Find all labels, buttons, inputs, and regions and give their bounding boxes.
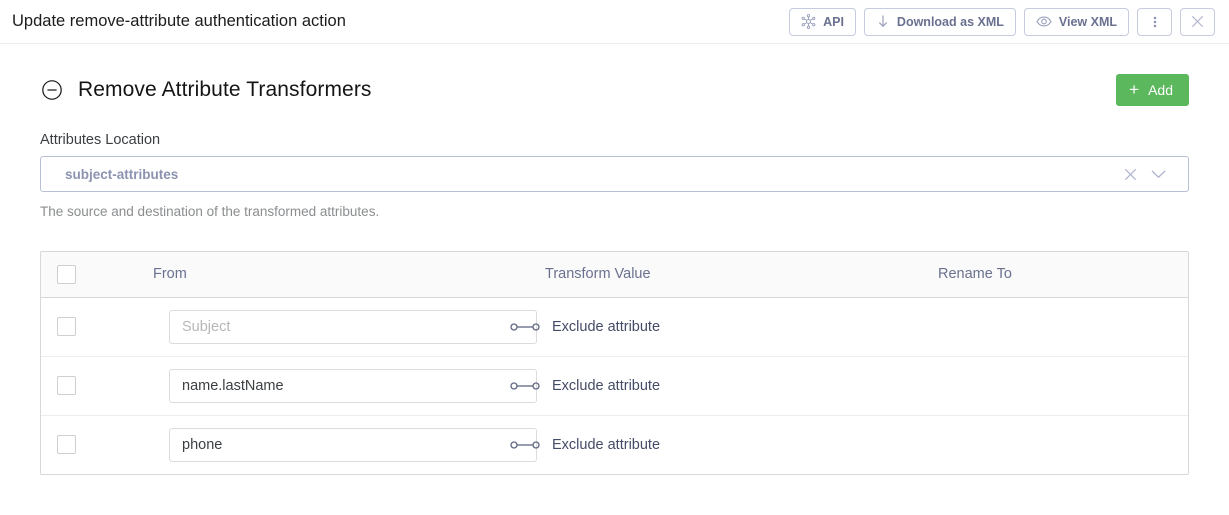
row-select-cell	[41, 356, 153, 416]
transform-value-cell: Exclude attribute	[510, 297, 938, 357]
rename-to-cell	[938, 415, 1188, 474]
select-all-checkbox[interactable]	[57, 264, 76, 284]
attributes-location-value: subject-attributes	[65, 166, 179, 182]
close-button[interactable]	[1180, 7, 1215, 36]
add-button-label: Add	[1148, 82, 1173, 98]
from-input[interactable]	[169, 368, 537, 403]
table-row: Exclude attribute	[41, 415, 1188, 474]
select-all-header	[41, 252, 153, 298]
main-content: Remove Attribute Transformers + Add Attr…	[0, 60, 1229, 475]
select-icons	[1124, 168, 1188, 181]
table-body: Exclude attribute	[41, 297, 1188, 474]
table-row: Exclude attribute	[41, 356, 1188, 416]
from-cell	[153, 356, 545, 416]
top-bar: Update remove-attribute authentication a…	[0, 0, 1229, 44]
from-cell	[153, 415, 545, 474]
download-as-xml-button[interactable]: Download as XML	[863, 7, 1016, 36]
attributes-location-label: Attributes Location	[40, 132, 161, 148]
api-nodes-icon	[801, 14, 816, 29]
more-options-button[interactable]	[1137, 7, 1172, 36]
table-header-row: From Transform Value Rename To	[41, 252, 1188, 298]
top-bar-actions: API Download as XML View XML	[789, 7, 1215, 36]
add-button[interactable]: + Add	[1116, 74, 1189, 106]
attributes-location-select[interactable]: subject-attributes	[40, 156, 1189, 192]
column-header-from: From	[153, 252, 545, 298]
api-button[interactable]: API	[789, 7, 856, 36]
kebab-menu-icon	[1153, 14, 1157, 30]
section-title: Remove Attribute Transformers	[78, 78, 372, 101]
rename-to-cell	[938, 297, 1188, 357]
download-arrow-icon	[876, 14, 890, 29]
transform-value-label: Exclude attribute	[552, 377, 661, 394]
clear-selection-icon[interactable]	[1124, 168, 1137, 181]
rename-to-cell	[938, 356, 1188, 416]
view-xml-button[interactable]: View XML	[1023, 7, 1129, 36]
download-as-xml-label: Download as XML	[896, 14, 1004, 29]
plus-icon: +	[1129, 80, 1140, 99]
row-checkbox[interactable]	[57, 435, 76, 455]
transformers-table: From Transform Value Rename To Subject E…	[40, 251, 1189, 475]
row-select-cell	[41, 415, 153, 474]
minus-circle-icon[interactable]	[40, 78, 64, 102]
chevron-down-icon[interactable]	[1151, 170, 1166, 179]
from-input[interactable]	[169, 427, 537, 462]
row-checkbox[interactable]	[57, 376, 76, 395]
page-title: Update remove-attribute authentication a…	[12, 12, 346, 30]
section-header: Remove Attribute Transformers + Add	[40, 60, 1189, 120]
link-connector-icon	[510, 380, 540, 392]
transform-value-cell: Exclude attribute	[510, 415, 938, 474]
row-checkbox[interactable]	[57, 317, 76, 336]
api-button-label: API	[823, 14, 844, 29]
eye-icon	[1036, 15, 1052, 28]
link-connector-icon	[510, 439, 540, 451]
table-row: Exclude attribute	[41, 297, 1188, 357]
transform-value-label: Exclude attribute	[552, 318, 661, 335]
view-xml-label: View XML	[1058, 14, 1117, 29]
column-header-transform-value: Transform Value	[545, 252, 938, 298]
link-connector-icon	[510, 321, 540, 333]
from-cell	[153, 297, 545, 357]
attributes-location-helper-text: The source and destination of the transf…	[40, 204, 380, 219]
row-select-cell	[41, 297, 153, 357]
close-icon	[1191, 15, 1204, 28]
transform-value-cell: Exclude attribute	[510, 356, 938, 416]
transform-value-label: Exclude attribute	[552, 436, 661, 453]
from-input[interactable]	[169, 309, 537, 344]
column-header-rename-to: Rename To	[938, 252, 1188, 298]
